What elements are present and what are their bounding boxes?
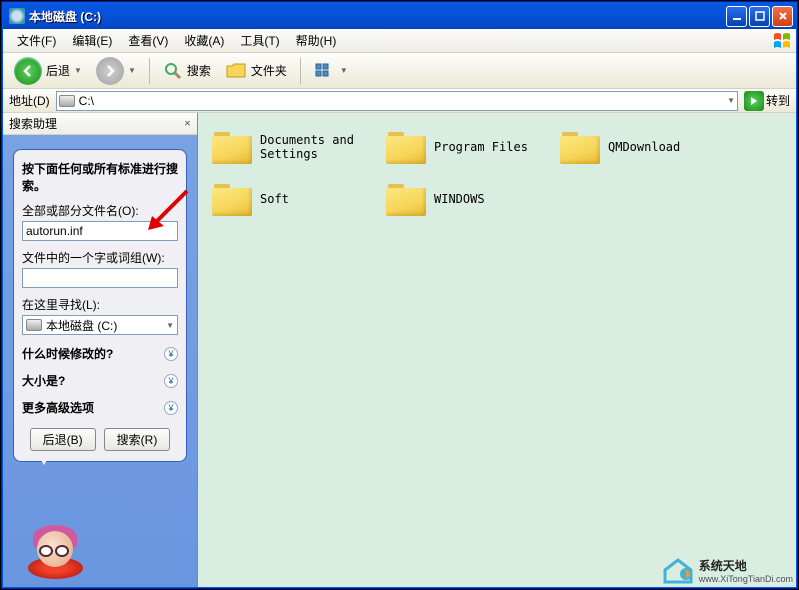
titlebar[interactable]: 本地磁盘 (C:) [3,3,796,29]
lookin-value: 本地磁盘 (C:) [46,317,117,334]
folder-icon [560,130,600,164]
search-sidebar: 搜索助理 × 按下面任何或所有标准进行搜索。 全部或部分文件名(O): 文件中的… [3,113,198,587]
lookin-label: 在这里寻找(L): [22,296,178,313]
window-controls [726,6,793,27]
maximize-button[interactable] [749,6,770,27]
drive-icon [26,319,42,331]
folder-item[interactable]: Soft [210,177,380,221]
back-icon [14,57,42,85]
search-label: 搜索 [187,62,211,79]
address-field[interactable]: C:\ ▼ [56,91,738,111]
folder-item[interactable]: QMDownload [558,125,728,169]
toolbar-separator [300,58,301,84]
folder-label: Soft [260,192,378,206]
folder-item[interactable]: Program Files [384,125,554,169]
search-panel-title: 按下面任何或所有标准进行搜索。 [22,160,178,194]
phrase-label: 文件中的一个字或词组(W): [22,249,178,266]
sidebar-close-button[interactable]: × [184,116,191,131]
minimize-button[interactable] [726,6,747,27]
address-value: C:\ [79,94,723,108]
option-advanced[interactable]: 更多高级选项 ¥ [22,399,178,416]
sidebar-header: 搜索助理 × [3,113,197,135]
sidebar-title: 搜索助理 [9,115,57,132]
folder-icon [212,130,252,164]
search-submit-button[interactable]: 搜索(R) [104,428,171,451]
views-dropdown-icon: ▼ [340,66,348,75]
views-icon [314,61,336,81]
content-area: 搜索助理 × 按下面任何或所有标准进行搜索。 全部或部分文件名(O): 文件中的… [3,113,796,587]
folder-label: QMDownload [608,140,726,154]
file-view[interactable]: Documents and Settings Program Files QMDow… [198,113,796,587]
option-modified-label: 什么时候修改的? [22,345,113,362]
folder-item[interactable]: Documents and Settings [210,125,380,169]
menubar: 文件(F) 编辑(E) 查看(V) 收藏(A) 工具(T) 帮助(H) [3,29,796,53]
folder-label: Program Files [434,140,552,154]
go-label: 转到 [766,92,790,109]
menu-edit[interactable]: 编辑(E) [64,29,120,52]
search-icon [163,61,183,81]
window-title: 本地磁盘 (C:) [29,8,726,25]
folder-icon [386,130,426,164]
dropdown-icon: ▼ [166,321,174,330]
filename-input[interactable] [22,221,178,241]
search-assistant-character[interactable] [23,509,93,579]
views-button[interactable]: ▼ [309,58,353,84]
folder-icon [386,182,426,216]
forward-icon [96,57,124,85]
folders-icon [225,61,247,81]
chevron-down-icon: ¥ [164,401,178,415]
option-size[interactable]: 大小是? ¥ [22,372,178,389]
menu-file[interactable]: 文件(F) [9,29,64,52]
menu-tools[interactable]: 工具(T) [232,29,287,52]
folders-button[interactable]: 文件夹 [220,58,292,84]
addressbar: 地址(D) C:\ ▼ 转到 [3,89,796,113]
go-button[interactable]: 转到 [744,91,790,111]
folder-label: Documents and Settings [260,133,378,162]
drive-icon [9,8,25,24]
phrase-input[interactable] [22,268,178,288]
windows-logo-icon [772,31,792,51]
toolbar: 后退 ▼ ▼ 搜索 文件夹 ▼ [3,53,796,89]
address-label: 地址(D) [9,92,50,109]
back-button[interactable]: 后退 ▼ [9,54,87,88]
forward-dropdown-icon: ▼ [128,66,136,75]
option-advanced-label: 更多高级选项 [22,399,94,416]
toolbar-separator [149,58,150,84]
search-back-button[interactable]: 后退(B) [30,428,96,451]
chevron-down-icon: ¥ [164,347,178,361]
menu-view[interactable]: 查看(V) [120,29,176,52]
address-dropdown-icon[interactable]: ▼ [727,96,735,105]
drive-icon [59,95,75,107]
search-button[interactable]: 搜索 [158,58,216,84]
chevron-down-icon: ¥ [164,374,178,388]
menu-help[interactable]: 帮助(H) [288,29,345,52]
search-buttons: 后退(B) 搜索(R) [22,428,178,451]
folder-label: WINDOWS [434,192,552,206]
explorer-window: 本地磁盘 (C:) 文件(F) 编辑(E) 查看(V) 收藏(A) 工具(T) … [2,2,797,588]
back-dropdown-icon: ▼ [74,66,82,75]
forward-button[interactable]: ▼ [91,54,141,88]
back-label: 后退 [46,62,70,79]
close-button[interactable] [772,6,793,27]
lookin-select[interactable]: 本地磁盘 (C:) ▼ [22,315,178,335]
option-modified[interactable]: 什么时候修改的? ¥ [22,345,178,362]
folder-item[interactable]: WINDOWS [384,177,554,221]
search-panel: 按下面任何或所有标准进行搜索。 全部或部分文件名(O): 文件中的一个字或词组(… [13,149,187,462]
option-size-label: 大小是? [22,372,65,389]
menu-favorites[interactable]: 收藏(A) [176,29,232,52]
go-icon [744,91,764,111]
folder-icon [212,182,252,216]
folders-label: 文件夹 [251,62,287,79]
filename-label: 全部或部分文件名(O): [22,202,178,219]
